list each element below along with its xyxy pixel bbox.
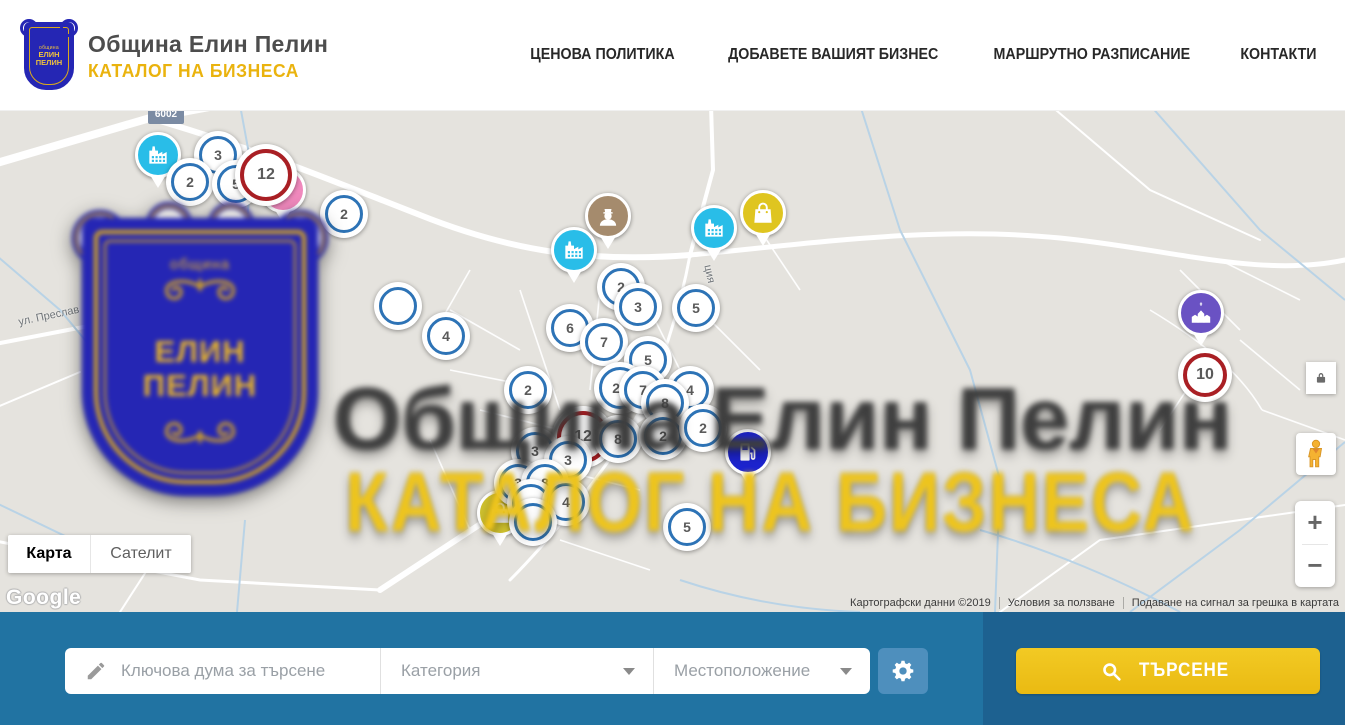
gear-icon (890, 658, 916, 684)
keyword-search-input[interactable] (119, 660, 353, 682)
advanced-settings-button[interactable] (878, 648, 928, 694)
attribution-copyright: Картографски данни ©2019 (850, 597, 991, 609)
pencil-icon (85, 660, 107, 682)
zoom-control: + − (1295, 501, 1335, 587)
search-icon (1101, 661, 1122, 682)
chevron-down-icon (840, 668, 852, 675)
map-type-map-button[interactable]: Карта (8, 535, 91, 573)
road-number-badge: 6002 (148, 110, 184, 124)
terms-link[interactable]: Условия за ползване (1008, 597, 1115, 609)
search-bar: Категория Местоположение ТЪРСЕНЕ (0, 612, 1345, 725)
watermark-municipality-seal: община ЕЛИН ПЕЛИН (82, 218, 318, 496)
header: община ЕЛИН ПЕЛИН Община Елин Пелин КАТА… (0, 0, 1345, 111)
map-canvas[interactable]: 6002 325122235647522774812822333834510ул… (0, 110, 1345, 612)
watermark-subtitle: КАТАЛОГ НА БИЗНЕСА (345, 454, 1196, 551)
nav-item-1[interactable]: ЦЕНОВА ПОЛИТИКА (530, 46, 674, 64)
zoom-in-button[interactable]: + (1295, 501, 1335, 544)
map-cluster-marker[interactable] (374, 282, 422, 330)
map-pin-factory[interactable] (551, 227, 597, 289)
map-pin-church[interactable] (1178, 290, 1224, 352)
site-title: Община Елин Пелин (88, 31, 328, 58)
lock-control[interactable] (1306, 362, 1336, 394)
search-fields: Категория Местоположение (65, 648, 870, 694)
location-placeholder: Местоположение (674, 661, 810, 681)
zoom-out-button[interactable]: − (1295, 545, 1335, 588)
padlock-icon (1314, 370, 1328, 386)
map-type-control: Карта Сателит (8, 535, 191, 573)
main-nav: ЦЕНОВА ПОЛИТИКА ДОБАВЕТЕ ВАШИЯТ БИЗНЕС МАР… (524, 0, 1320, 110)
nav-item-3[interactable]: МАРШРУТНО РАЗПИСАНИЕ (994, 46, 1191, 64)
nav-item-2[interactable]: ДОБАВЕТЕ ВАШИЯТ БИЗНЕС (728, 46, 938, 64)
map-cluster-marker[interactable]: 3 (614, 283, 662, 331)
map-cluster-marker[interactable]: 2 (166, 158, 214, 206)
map-cluster-marker[interactable]: 12 (235, 144, 297, 206)
keyword-field-wrap (65, 648, 380, 694)
municipality-seal-icon: община ЕЛИН ПЕЛИН (24, 22, 74, 90)
map-cluster-marker[interactable]: 5 (672, 284, 720, 332)
search-button-label: ТЪРСЕНЕ (1139, 660, 1229, 682)
map-pin-factory[interactable] (691, 205, 737, 267)
pegman-icon (1305, 439, 1327, 469)
site-subtitle: КАТАЛОГ НА БИЗНЕСА (88, 61, 321, 82)
map-type-satellite-button[interactable]: Сателит (91, 535, 191, 573)
site-logo[interactable]: община ЕЛИН ПЕЛИН Община Елин Пелин КАТА… (24, 22, 328, 90)
category-placeholder: Категория (401, 661, 480, 681)
nav-item-4[interactable]: КОНТАКТИ (1240, 46, 1316, 64)
chevron-down-icon (623, 668, 635, 675)
map-cluster-marker[interactable]: 4 (422, 312, 470, 360)
google-logo[interactable]: Google (6, 586, 81, 610)
street-view-pegman[interactable] (1296, 433, 1336, 475)
map-pin-bag[interactable] (740, 190, 786, 252)
map-attribution: Картографски данни ©2019 Условия за полз… (850, 597, 1339, 609)
page: община ЕЛИН ПЕЛИН Община Елин Пелин КАТА… (0, 0, 1345, 725)
brand-text: Община Елин Пелин КАТАЛОГ НА БИЗНЕСА (88, 31, 328, 82)
category-dropdown[interactable]: Категория (381, 648, 653, 694)
map-cluster-marker[interactable]: 7 (580, 318, 628, 366)
seal-name-line2: ПЕЛИН (36, 59, 62, 67)
search-button[interactable]: ТЪРСЕНЕ (1016, 648, 1320, 694)
street-label: ул. Преслав (17, 304, 80, 329)
location-dropdown[interactable]: Местоположение (654, 648, 870, 694)
report-error-link[interactable]: Подаване на сигнал за грешка в картата (1132, 597, 1339, 609)
